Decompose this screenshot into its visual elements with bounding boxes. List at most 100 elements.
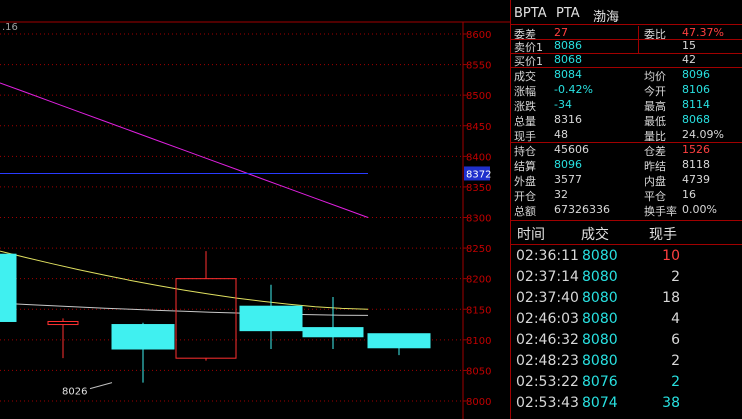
buy1-qty: 42 — [682, 53, 696, 66]
divider — [511, 244, 742, 245]
axis-tick-label: 8600 — [466, 30, 491, 41]
stat-value: 48 — [554, 128, 568, 141]
stat-value: 45606 — [554, 143, 589, 156]
low-annotation-label: 8026 — [62, 387, 87, 398]
trade-qty: 6 — [671, 332, 680, 348]
stat-value: 67326336 — [554, 203, 610, 216]
trade-row[interactable]: 02:37:14 8080 2 — [511, 267, 742, 288]
trade-price: 8080 — [582, 332, 618, 348]
stat-value: 8096 — [682, 68, 710, 81]
stat-row: 现手 48 量比 24.09% — [511, 127, 742, 143]
stat-value: 8114 — [682, 98, 710, 111]
trade-qty: 38 — [662, 395, 680, 411]
axis-tick-label: 8550 — [466, 61, 491, 72]
axis-tick-label: 8000 — [466, 397, 491, 408]
stat-row: 总额 67326336 换手率 0.00% — [511, 202, 742, 218]
trade-qty: 10 — [662, 248, 680, 264]
trades-time-header: 时间 — [517, 227, 545, 243]
stat-value: 8316 — [554, 113, 582, 126]
trade-time: 02:46:03 — [516, 311, 579, 327]
sell1-qty: 15 — [682, 39, 696, 52]
stat-value: 8084 — [554, 68, 582, 81]
trade-time: 02:37:40 — [516, 290, 579, 306]
trade-row[interactable]: 02:48:23 8080 2 — [511, 351, 742, 372]
trade-price: 8076 — [582, 374, 618, 390]
trade-price: 8080 — [582, 311, 618, 327]
stat-value: 8118 — [682, 158, 710, 171]
stat-label: 换手率 — [644, 205, 677, 218]
stat-value: 8106 — [682, 83, 710, 96]
stat-value: 0.00% — [682, 203, 717, 216]
axis-tick-label: 8300 — [466, 214, 491, 225]
trade-price: 8074 — [582, 395, 618, 411]
stat-value: 32 — [554, 188, 568, 201]
buy1-row: 买价1 8068 42 — [511, 52, 742, 68]
buy1-price: 8068 — [554, 53, 582, 66]
current-price-label: 8372 — [466, 169, 491, 180]
trades-price-header: 成交 — [581, 227, 609, 243]
candles — [0, 251, 431, 383]
axis-tick-label: 8150 — [466, 305, 491, 316]
trade-time: 02:46:32 — [516, 332, 579, 348]
sell1-price: 8086 — [554, 39, 582, 52]
trades-qty-header: 现手 — [649, 227, 677, 243]
axis-tick-label: 8050 — [466, 366, 491, 377]
trade-time: 02:53:22 — [516, 374, 579, 390]
trade-price: 8080 — [582, 353, 618, 369]
candlestick-chart[interactable]: .16 8600 8550 8500 8450 8400 8350 8300 8250 8200… — [0, 0, 510, 419]
stat-value: 16 — [682, 188, 696, 201]
trade-time: 02:36:11 — [516, 248, 579, 264]
trade-price: 8080 — [582, 269, 618, 285]
axis-tick-label: 8250 — [466, 244, 491, 255]
quote-header: BPTA PTA 渤海 — [511, 0, 742, 26]
trade-qty: 4 — [671, 311, 680, 327]
trade-row[interactable]: 02:53:43 8074 38 — [511, 393, 742, 414]
stat-value: 3577 — [554, 173, 582, 186]
candle-body — [111, 324, 175, 350]
stat-row: 结算 8096 昨结 8118 — [511, 157, 742, 173]
trade-row[interactable]: 02:36:11 8080 10 — [511, 246, 742, 267]
axis-tick-label: 8450 — [466, 122, 491, 133]
stat-row: 成交 8084 均价 8096 — [511, 67, 742, 83]
trade-time: 02:53:43 — [516, 395, 579, 411]
ma-magenta-line — [0, 82, 369, 218]
low-annotation-pointer — [89, 382, 113, 390]
trade-row[interactable]: 02:53:22 8076 2 — [511, 372, 742, 393]
divider-vertical — [638, 26, 639, 53]
stat-value: -34 — [554, 98, 572, 111]
axis-tick-label: 8350 — [466, 183, 491, 194]
candle-body — [367, 333, 431, 349]
trade-time: 02:48:23 — [516, 353, 579, 369]
quote-panel: BPTA PTA 渤海 委差 27 委比 47.37% 卖价1 8086 15 … — [510, 0, 742, 419]
contract-code: BPTA — [514, 6, 547, 21]
trade-row[interactable]: 02:46:32 8080 6 — [511, 330, 742, 351]
chart-grid — [0, 21, 510, 419]
stat-value: 1526 — [682, 143, 710, 156]
stat-row: 外盘 3577 内盘 4739 — [511, 172, 742, 188]
trade-qty: 18 — [662, 290, 680, 306]
axis-tick-label: 8200 — [466, 275, 491, 286]
candle-body — [0, 253, 17, 322]
candle-body — [302, 327, 364, 338]
stat-value: 8096 — [554, 158, 582, 171]
stat-row: 总量 8316 最低 8068 — [511, 112, 742, 128]
trade-time: 02:37:14 — [516, 269, 579, 285]
candle-body — [239, 305, 303, 332]
chart-markers: 8372 8026 — [0, 166, 491, 398]
axis-tick-label: 8500 — [466, 91, 491, 102]
trade-price: 8080 — [582, 248, 618, 264]
trade-qty: 2 — [671, 374, 680, 390]
trade-row[interactable]: 02:46:03 8080 4 — [511, 309, 742, 330]
stat-value: -0.42% — [554, 83, 593, 96]
stat-value: 8068 — [682, 113, 710, 126]
trades-header: 时间 成交 现手 — [511, 221, 742, 243]
stat-row: 持仓 45606 仓差 1526 — [511, 142, 742, 158]
stat-row: 开仓 32 平仓 16 — [511, 187, 742, 203]
stat-value: 24.09% — [682, 128, 724, 141]
trade-price: 8080 — [582, 290, 618, 306]
stat-value: 4739 — [682, 173, 710, 186]
stat-label: 总额 — [514, 205, 536, 218]
trade-row[interactable]: 02:37:40 8080 18 — [511, 288, 742, 309]
moving-averages — [0, 82, 369, 316]
stat-row: 涨跌 -34 最高 8114 — [511, 97, 742, 113]
